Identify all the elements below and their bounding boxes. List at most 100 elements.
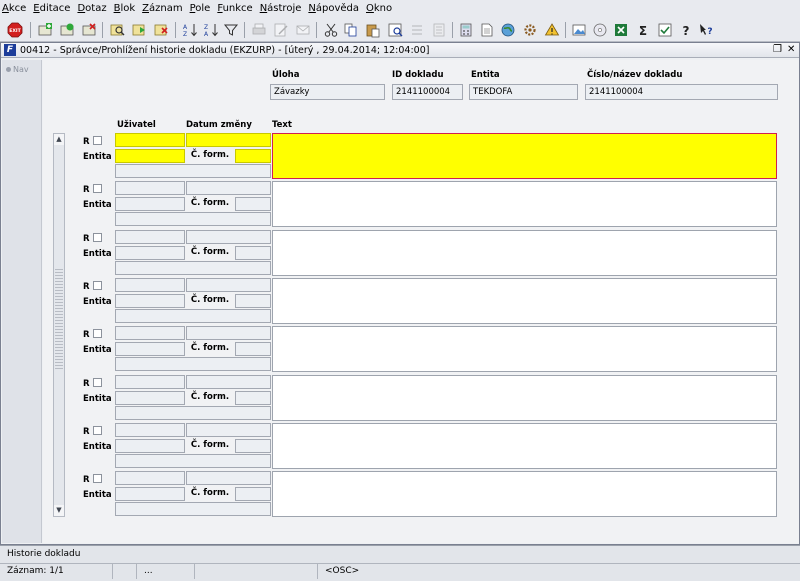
sort-ascending-icon[interactable]: AZ	[181, 21, 199, 39]
uzivatel-field[interactable]	[115, 133, 185, 147]
uzivatel-field[interactable]	[115, 229, 185, 244]
help-icon[interactable]: ?	[677, 21, 695, 39]
calculator-icon[interactable]	[457, 21, 475, 39]
c-form-field[interactable]	[235, 293, 271, 308]
menu-item[interactable]: Editace	[33, 0, 70, 18]
c-form-field[interactable]	[235, 438, 271, 453]
web-icon[interactable]	[499, 21, 517, 39]
r-checkbox[interactable]	[93, 280, 102, 290]
scroll-grip[interactable]	[55, 269, 63, 369]
cancel-query-icon[interactable]	[152, 21, 170, 39]
menu-item[interactable]: Akce	[2, 0, 26, 18]
sum-icon[interactable]: Σ	[634, 21, 652, 39]
extra-field[interactable]	[115, 308, 271, 323]
r-checkbox[interactable]	[93, 184, 102, 194]
c-form-button[interactable]: Č. form.	[186, 197, 234, 211]
datum-zmeny-field[interactable]	[186, 374, 271, 389]
c-form-button[interactable]: Č. form.	[186, 439, 234, 453]
c-form-button[interactable]: Č. form.	[186, 391, 234, 405]
c-form-button[interactable]: Č. form.	[186, 294, 234, 308]
c-form-field[interactable]	[235, 149, 271, 163]
r-checkbox[interactable]	[93, 377, 102, 387]
records-scrollbar[interactable]: ▲ ▼	[53, 133, 65, 517]
c-form-button[interactable]: Č. form.	[186, 149, 234, 163]
datum-zmeny-field[interactable]	[186, 422, 271, 437]
menu-item[interactable]: Okno	[366, 0, 392, 18]
c-form-button[interactable]: Č. form.	[186, 342, 234, 356]
menu-item[interactable]: Záznam	[142, 0, 182, 18]
sort-descending-icon[interactable]: ZA	[202, 21, 220, 39]
context-help-icon[interactable]: ?	[697, 21, 715, 39]
c-form-field[interactable]	[235, 342, 271, 357]
scroll-up-icon[interactable]: ▲	[54, 134, 64, 145]
scroll-down-icon[interactable]: ▼	[54, 505, 64, 516]
enter-query-icon[interactable]	[108, 21, 126, 39]
r-checkbox[interactable]	[93, 136, 102, 145]
checklist-icon[interactable]	[656, 21, 674, 39]
c-form-field[interactable]	[235, 245, 271, 260]
uzivatel-field[interactable]	[115, 277, 185, 292]
text-field[interactable]	[272, 374, 777, 421]
delete-record-icon[interactable]	[80, 21, 98, 39]
uloha-field[interactable]: Závazky	[270, 84, 385, 100]
datum-zmeny-field[interactable]	[186, 181, 271, 196]
new-record-icon[interactable]	[36, 21, 54, 39]
datum-zmeny-field[interactable]	[186, 326, 271, 341]
text-field[interactable]	[272, 181, 777, 228]
extra-field[interactable]	[115, 212, 271, 227]
scroll-icon[interactable]	[408, 21, 426, 39]
r-checkbox[interactable]	[93, 329, 102, 339]
menu-item[interactable]: Funkce	[217, 0, 252, 18]
nav-pane[interactable]: Nav	[2, 60, 42, 543]
extra-field[interactable]	[115, 405, 271, 420]
entita-field[interactable]	[115, 197, 185, 212]
edit-icon[interactable]	[272, 21, 290, 39]
entita-field[interactable]	[115, 293, 185, 308]
datum-zmeny-field[interactable]	[186, 133, 271, 147]
text-field[interactable]	[272, 229, 777, 276]
menu-item[interactable]: Nápověda	[308, 0, 359, 18]
cd-icon[interactable]	[591, 21, 609, 39]
datum-zmeny-field[interactable]	[186, 471, 271, 486]
cislo-dokladu-field[interactable]: 2141100004	[585, 84, 778, 100]
entita-field[interactable]	[115, 149, 185, 163]
extra-field[interactable]	[115, 453, 271, 468]
entita-field[interactable]	[115, 487, 185, 502]
menu-item[interactable]: Dotaz	[77, 0, 106, 18]
insert-record-icon[interactable]	[58, 21, 76, 39]
uzivatel-field[interactable]	[115, 326, 185, 341]
text-field[interactable]	[272, 422, 777, 469]
entita-field[interactable]	[115, 245, 185, 260]
excel-icon[interactable]	[612, 21, 630, 39]
c-form-field[interactable]	[235, 487, 271, 502]
c-form-field[interactable]	[235, 197, 271, 212]
list-values-icon[interactable]	[386, 21, 404, 39]
paste-icon[interactable]	[364, 21, 382, 39]
print-icon[interactable]	[250, 21, 268, 39]
exit-icon[interactable]: EXIT	[6, 21, 24, 39]
text-field[interactable]	[272, 277, 777, 324]
settings-icon[interactable]	[521, 21, 539, 39]
cut-icon[interactable]	[322, 21, 340, 39]
nav-label[interactable]: Nav	[6, 65, 29, 74]
menu-item[interactable]: Blok	[114, 0, 136, 18]
uzivatel-field[interactable]	[115, 471, 185, 486]
datum-zmeny-field[interactable]	[186, 277, 271, 292]
c-form-field[interactable]	[235, 390, 271, 405]
restore-icon[interactable]: ❐	[773, 43, 782, 57]
text-field[interactable]	[272, 326, 777, 373]
c-form-button[interactable]: Č. form.	[186, 246, 234, 260]
menu-item[interactable]: Nástroje	[260, 0, 302, 18]
image-icon[interactable]	[570, 21, 588, 39]
execute-query-icon[interactable]	[130, 21, 148, 39]
text-field[interactable]	[272, 471, 777, 518]
copy-icon[interactable]	[342, 21, 360, 39]
r-checkbox[interactable]	[93, 232, 102, 242]
warning-icon[interactable]	[543, 21, 561, 39]
entita-header-field[interactable]: TEKDOFA	[469, 84, 578, 100]
record-list-icon[interactable]	[430, 21, 448, 39]
text-field[interactable]	[272, 133, 777, 179]
close-icon[interactable]: ✕	[787, 43, 795, 57]
entita-field[interactable]	[115, 390, 185, 405]
document-icon[interactable]	[478, 21, 496, 39]
